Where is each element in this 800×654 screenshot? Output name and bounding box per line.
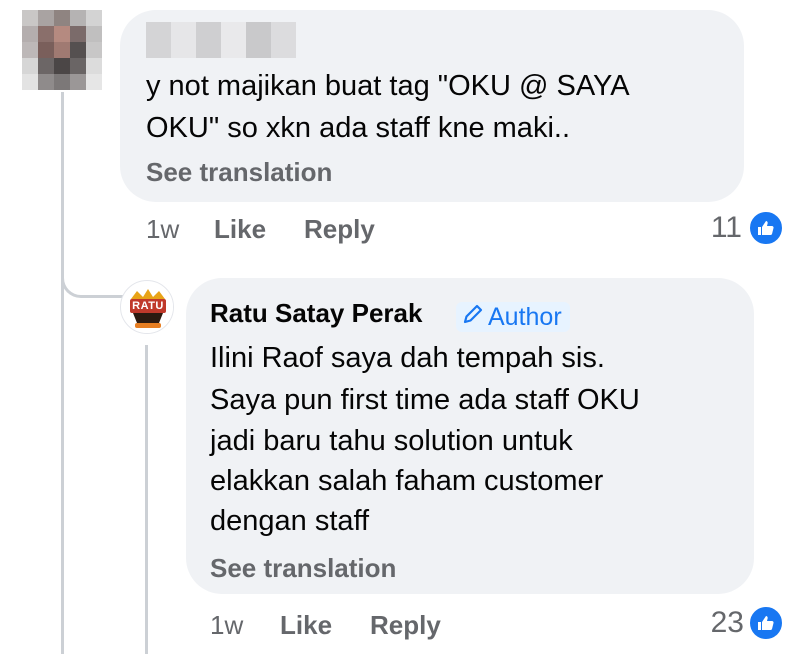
see-translation-link[interactable]: See translation — [210, 553, 396, 584]
thread-connector — [61, 245, 124, 298]
reaction-count[interactable]: 23 — [690, 606, 744, 640]
see-translation-link[interactable]: See translation — [146, 157, 332, 188]
avatar[interactable] — [22, 10, 102, 90]
thread-line-main — [61, 92, 64, 654]
reply-text-line-2: Saya pun first time ada staff OKU — [210, 384, 640, 416]
reply-button[interactable]: Reply — [370, 610, 441, 641]
comment-text-line-2: OKU" so xkn ada staff kne maki.. — [146, 112, 570, 144]
page-logo-avatar[interactable]: RATU — [120, 280, 174, 334]
thumbs-up-icon[interactable] — [748, 605, 784, 641]
reply-author-name[interactable]: Ratu Satay Perak — [210, 298, 422, 329]
reply-text-line-3: jadi baru tahu solution untuk — [210, 425, 573, 457]
author-badge-label: Author — [488, 302, 562, 331]
pencil-icon — [462, 303, 484, 332]
commenter-name-blurred[interactable] — [146, 22, 296, 58]
reaction-count[interactable]: 11 — [690, 211, 742, 245]
reply-text-line-4: elakkan salah faham customer — [210, 465, 604, 497]
like-button[interactable]: Like — [280, 610, 332, 641]
reply-text-line-5: dengan staff — [210, 505, 370, 537]
comment-text-line-1: y not majikan buat tag "OKU @ SAYA — [146, 70, 630, 102]
reply-text-line-1: Ilini Raof saya dah tempah sis. — [210, 342, 605, 374]
thumbs-up-icon[interactable] — [748, 210, 784, 246]
author-badge: Author — [456, 302, 570, 332]
like-button[interactable]: Like — [214, 214, 266, 245]
reply-button[interactable]: Reply — [304, 214, 375, 245]
logo-text: RATU — [132, 300, 164, 312]
thread-line-reply — [145, 345, 148, 654]
comment-timestamp[interactable]: 1w — [146, 214, 179, 245]
reply-timestamp[interactable]: 1w — [210, 610, 243, 641]
